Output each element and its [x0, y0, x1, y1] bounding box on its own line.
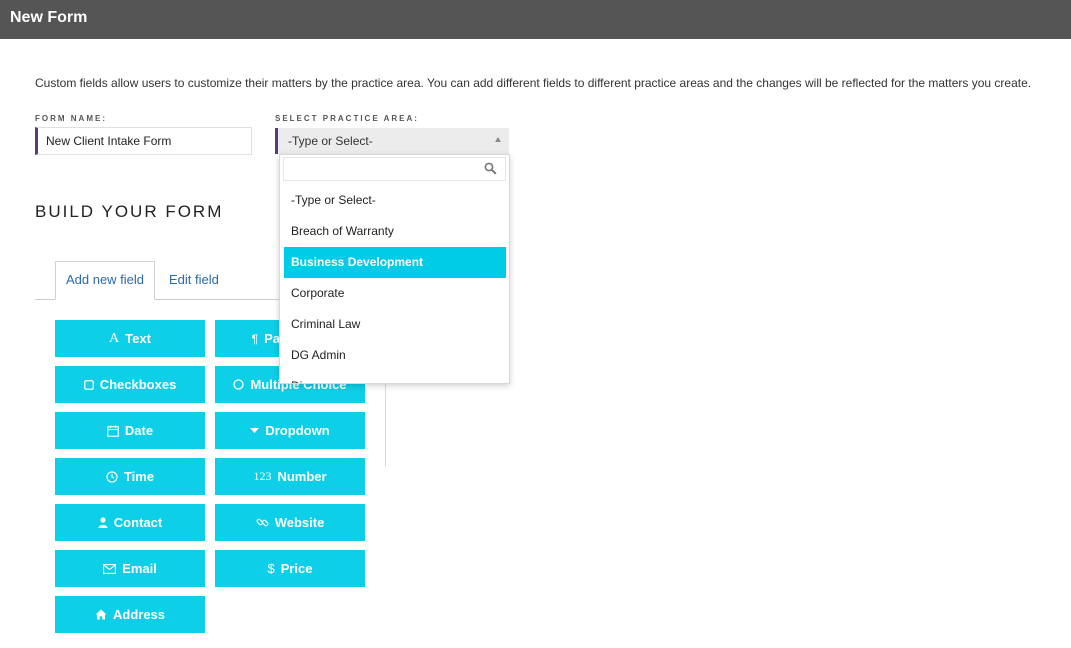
option-dg-admin[interactable]: DG Admin	[284, 340, 506, 371]
page-title: New Form	[10, 9, 88, 26]
contact-field-label: Contact	[113, 515, 163, 530]
radio-icon	[233, 379, 245, 390]
address-field-label: Address	[112, 607, 166, 622]
add-text-field-button[interactable]: A Text	[55, 320, 205, 357]
add-checkboxes-field-button[interactable]: Checkboxes	[55, 366, 205, 403]
build-form-heading: BUILD YOUR FORM	[35, 202, 224, 221]
header-bar: New Form	[0, 0, 1071, 39]
text-icon: A	[109, 330, 120, 346]
practice-area-options: -Type or Select- Breach of Warranty Busi…	[284, 185, 506, 383]
option-breach-of-warranty[interactable]: Breach of Warranty	[284, 216, 506, 247]
add-number-field-button[interactable]: 123 Number	[215, 458, 365, 495]
option-criminal-law[interactable]: Criminal Law	[284, 309, 506, 340]
option-type-or-select[interactable]: -Type or Select-	[284, 185, 506, 216]
practice-area-selected: -Type or Select-	[288, 134, 373, 148]
dropdown-field-label: Dropdown	[265, 423, 330, 438]
checkboxes-field-label: Checkboxes	[99, 377, 177, 392]
paragraph-icon: ¶	[251, 331, 259, 346]
dollar-icon: $	[267, 561, 275, 576]
clock-icon	[106, 470, 118, 483]
add-email-field-button[interactable]: Email	[55, 550, 205, 587]
caret-down-icon	[250, 427, 260, 434]
calendar-icon	[107, 425, 119, 437]
home-icon	[95, 609, 107, 620]
envelope-icon	[103, 563, 117, 574]
date-field-label: Date	[124, 423, 154, 438]
caret-up-icon	[495, 137, 501, 142]
form-description: Custom fields allow users to customize t…	[35, 76, 1032, 90]
add-address-field-button[interactable]: Address	[55, 596, 205, 633]
link-icon	[256, 516, 269, 529]
text-field-label: Text	[125, 331, 151, 346]
add-contact-field-button[interactable]: Contact	[55, 504, 205, 541]
add-date-field-button[interactable]: Date	[55, 412, 205, 449]
add-price-field-button[interactable]: $ Price	[215, 550, 365, 587]
option-divorce[interactable]: Divorce	[284, 371, 506, 383]
number-icon: 123	[253, 469, 272, 483]
option-business-development[interactable]: Business Development	[284, 247, 506, 278]
checkbox-icon	[83, 379, 94, 390]
time-field-label: Time	[123, 469, 155, 484]
practice-area-dropdown: -Type or Select- Breach of Warranty Busi…	[279, 154, 510, 384]
tab-add-new-field[interactable]: Add new field	[55, 261, 155, 300]
price-field-label: Price	[280, 561, 313, 576]
person-icon	[98, 517, 108, 528]
practice-area-select[interactable]: -Type or Select-	[275, 128, 509, 154]
add-time-field-button[interactable]: Time	[55, 458, 205, 495]
number-field-label: Number	[277, 469, 327, 484]
practice-area-search-input[interactable]	[283, 157, 506, 181]
website-field-label: Website	[274, 515, 325, 530]
add-dropdown-field-button[interactable]: Dropdown	[215, 412, 365, 449]
tab-edit-field[interactable]: Edit field	[169, 272, 219, 287]
option-corporate[interactable]: Corporate	[284, 278, 506, 309]
form-name-label: FORM NAME:	[35, 114, 107, 123]
form-name-input[interactable]	[35, 127, 252, 155]
practice-area-label: SELECT PRACTICE AREA:	[275, 114, 419, 123]
email-field-label: Email	[122, 561, 157, 576]
search-icon	[484, 162, 497, 180]
add-website-field-button[interactable]: Website	[215, 504, 365, 541]
